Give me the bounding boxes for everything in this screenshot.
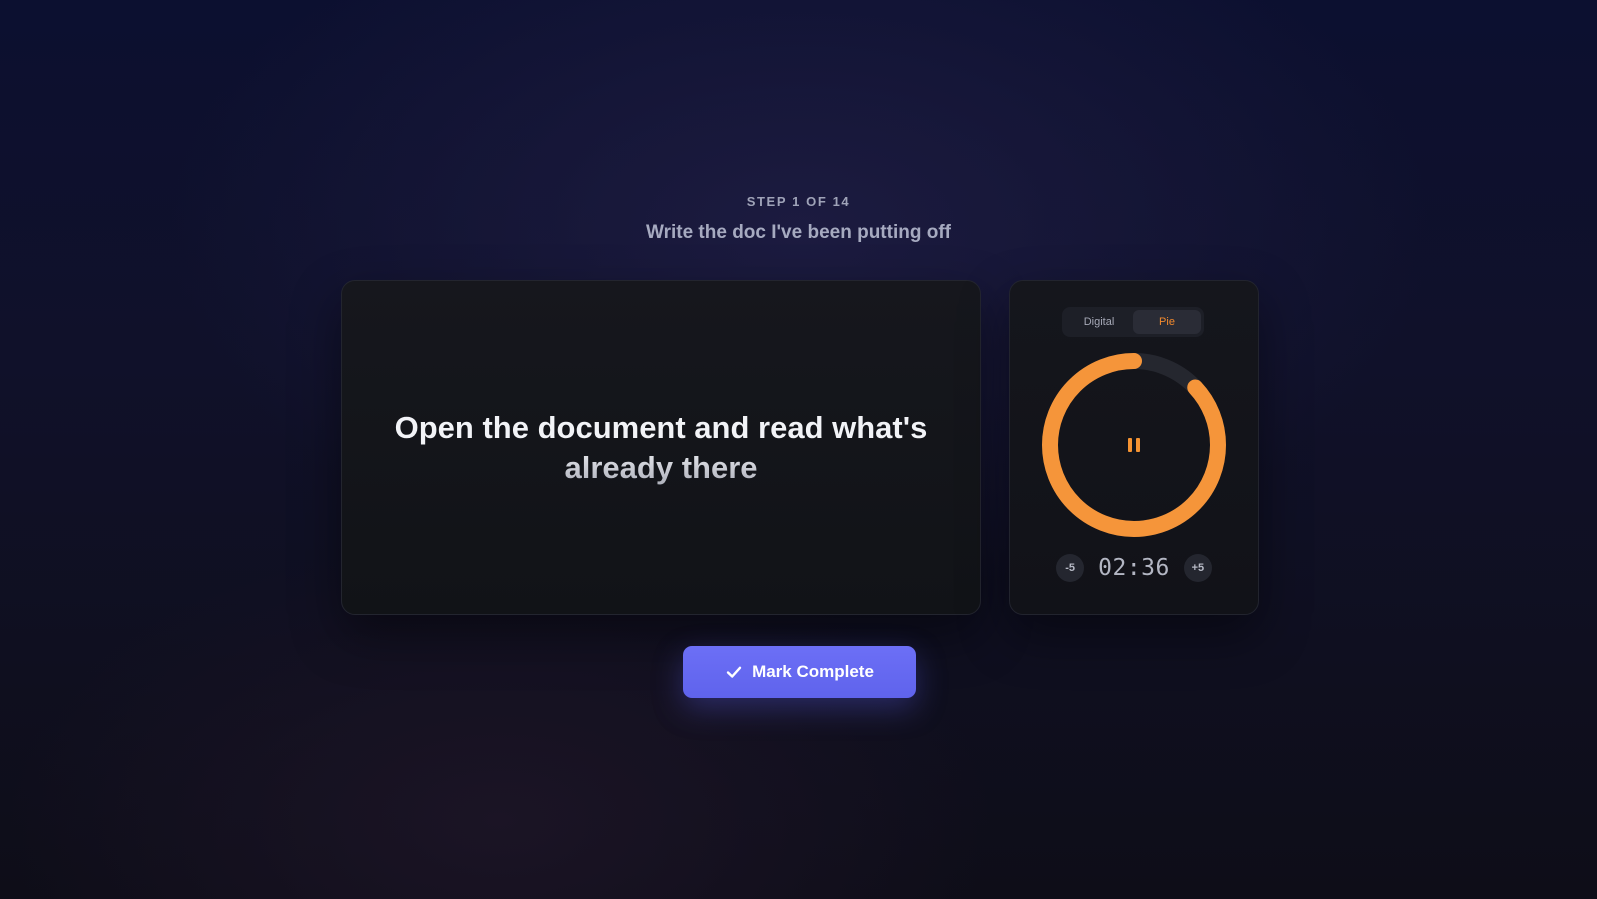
plus-five-button[interactable]: +5 [1183,554,1212,582]
minus-five-button[interactable]: -5 [1056,554,1085,582]
check-icon [726,666,742,678]
task-card: Open the document and read what's alread… [341,280,981,615]
mode-pie-button[interactable]: Pie [1133,310,1201,334]
timer-card: Digital Pie -5 02:36 +5 [1009,280,1259,615]
step-header: STEP 1 OF 14 Write the doc I've been put… [0,194,1597,244]
time-display: 02:36 [1098,555,1170,581]
timer-mode-toggle: Digital Pie [1062,307,1204,337]
task-text: Open the document and read what's alread… [381,408,941,488]
mark-complete-label: Mark Complete [752,662,874,681]
pause-button[interactable] [1122,433,1146,457]
mark-complete-button[interactable]: Mark Complete [683,646,916,698]
mode-digital-button[interactable]: Digital [1065,310,1133,334]
goal-title: Write the doc I've been putting off [645,222,951,243]
time-controls: -5 02:36 +5 [1010,554,1258,582]
step-counter: STEP 1 OF 14 [746,194,851,209]
pause-icon [1126,438,1142,452]
